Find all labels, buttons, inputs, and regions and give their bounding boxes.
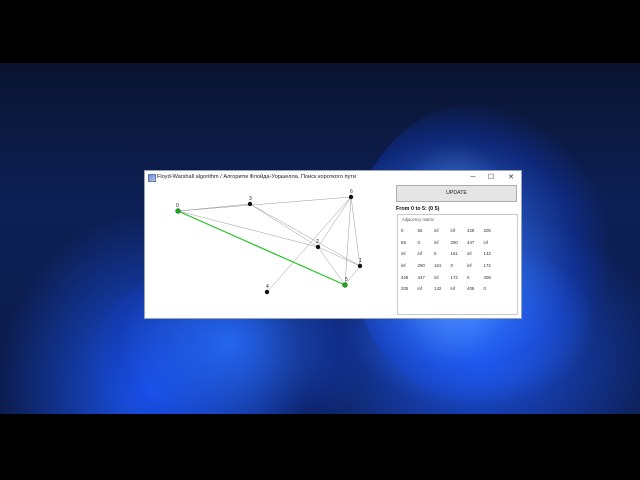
minimize-button[interactable]: ─ xyxy=(464,171,482,184)
maximize-button[interactable]: ☐ xyxy=(482,171,500,184)
matrix-cell: 0 xyxy=(483,286,486,292)
node-label-3: 3 xyxy=(249,196,252,202)
graph-node-labels: 0 3 6 2 1 4 5 xyxy=(176,189,362,290)
matrix-cell: 0 xyxy=(434,251,437,257)
adjacency-matrix-panel: Adjacency matrix 0 55 inf inf 428 205 55 0 inf 29… xyxy=(397,214,518,315)
adjacency-matrix: 0 55 inf inf 428 205 55 0 inf 290 447 inf inf inf 0 161… xyxy=(401,225,500,295)
matrix-cell: 408 xyxy=(467,286,475,292)
matrix-cell: inf xyxy=(434,274,439,280)
matrix-cell: 55 xyxy=(417,228,423,234)
update-button[interactable]: UPDATE xyxy=(396,185,517,202)
node-label-6: 6 xyxy=(350,189,353,195)
close-button[interactable]: ✕ xyxy=(502,171,520,184)
matrix-cell: 408 xyxy=(483,274,491,280)
matrix-cell: 55 xyxy=(401,239,406,245)
edge-3-1 xyxy=(249,203,361,267)
matrix-cell: 0 xyxy=(401,228,404,234)
graph-edges xyxy=(177,196,361,293)
graph-canvas[interactable]: 0 3 6 2 1 4 5 xyxy=(145,184,395,319)
matrix-cell: inf xyxy=(417,251,423,257)
matrix-cell: 161 xyxy=(434,263,442,269)
matrix-cell: 205 xyxy=(483,228,491,234)
matrix-row: 55 0 inf 290 447 inf xyxy=(401,237,500,249)
matrix-cell: 428 xyxy=(467,228,475,234)
matrix-cell: inf xyxy=(450,228,456,234)
window-title: Floyd-Warshall algorithm / Алгоритм Флой… xyxy=(157,174,357,180)
matrix-cell: 0 xyxy=(450,263,453,269)
matrix-row: inf 290 161 0 inf 172 xyxy=(401,260,500,272)
matrix-cell: 142 xyxy=(483,251,491,257)
node-label-5: 5 xyxy=(345,277,348,283)
matrix-cell: 290 xyxy=(450,239,458,245)
graph-node-0[interactable] xyxy=(175,208,181,214)
node-label-2: 2 xyxy=(316,239,319,245)
node-label-0: 0 xyxy=(176,203,179,209)
graph-node-4[interactable] xyxy=(264,289,270,295)
matrix-cell: inf xyxy=(401,251,406,257)
matrix-cell: 172 xyxy=(450,274,458,280)
matrix-cell: 172 xyxy=(483,263,491,269)
matrix-cell: 290 xyxy=(417,263,425,269)
app-window: Floyd-Warshall algorithm / Алгоритм Флой… xyxy=(144,170,522,319)
edge-3-2 xyxy=(249,203,319,248)
matrix-cell: 447 xyxy=(417,274,425,280)
node-label-1: 1 xyxy=(359,258,362,264)
title-bar[interactable]: Floyd-Warshall algorithm / Алгоритм Флой… xyxy=(145,171,521,184)
graph-node-6[interactable] xyxy=(348,194,354,200)
matrix-cell: 0 xyxy=(467,274,470,280)
matrix-cell: 142 xyxy=(434,286,442,292)
path-result-text: From 0 to 5: (0 5) xyxy=(396,206,440,212)
graph-nodes xyxy=(175,194,363,295)
matrix-row: inf inf 0 161 inf 142 xyxy=(401,248,500,260)
edge-6-5 xyxy=(344,196,352,286)
matrix-cell: 161 xyxy=(450,251,458,257)
matrix-cell: 205 xyxy=(401,286,409,292)
edge-0-6 xyxy=(177,196,352,212)
matrix-row: 428 447 inf 172 0 408 xyxy=(401,271,500,283)
matrix-cell: inf xyxy=(483,239,489,245)
node-label-4: 4 xyxy=(266,284,269,290)
matrix-caption: Adjacency matrix xyxy=(402,217,434,222)
edge-6-2 xyxy=(317,196,352,248)
graph-node-2[interactable] xyxy=(315,244,321,250)
matrix-cell: 0 xyxy=(417,239,420,245)
matrix-row: 0 55 inf inf 428 205 xyxy=(401,225,500,237)
matrix-cell: inf xyxy=(467,251,472,257)
edge-0-3 xyxy=(177,203,251,212)
matrix-cell: inf xyxy=(434,228,439,234)
matrix-cell: inf xyxy=(401,263,406,269)
matrix-cell: inf xyxy=(467,263,472,269)
graph-node-1[interactable] xyxy=(357,263,363,269)
matrix-row: 205 inf 142 inf 408 0 xyxy=(401,283,500,295)
matrix-cell: inf xyxy=(450,286,456,292)
matrix-cell: inf xyxy=(434,239,439,245)
graph-node-3[interactable] xyxy=(247,201,253,207)
matrix-cell: 428 xyxy=(401,274,409,280)
app-icon xyxy=(148,174,156,182)
edge-6-4 xyxy=(266,196,352,293)
matrix-cell: inf xyxy=(417,286,423,292)
edge-6-1 xyxy=(350,196,361,267)
graph-node-5[interactable] xyxy=(342,282,348,288)
matrix-cell: 447 xyxy=(467,239,475,245)
edge-2-1 xyxy=(317,246,361,267)
